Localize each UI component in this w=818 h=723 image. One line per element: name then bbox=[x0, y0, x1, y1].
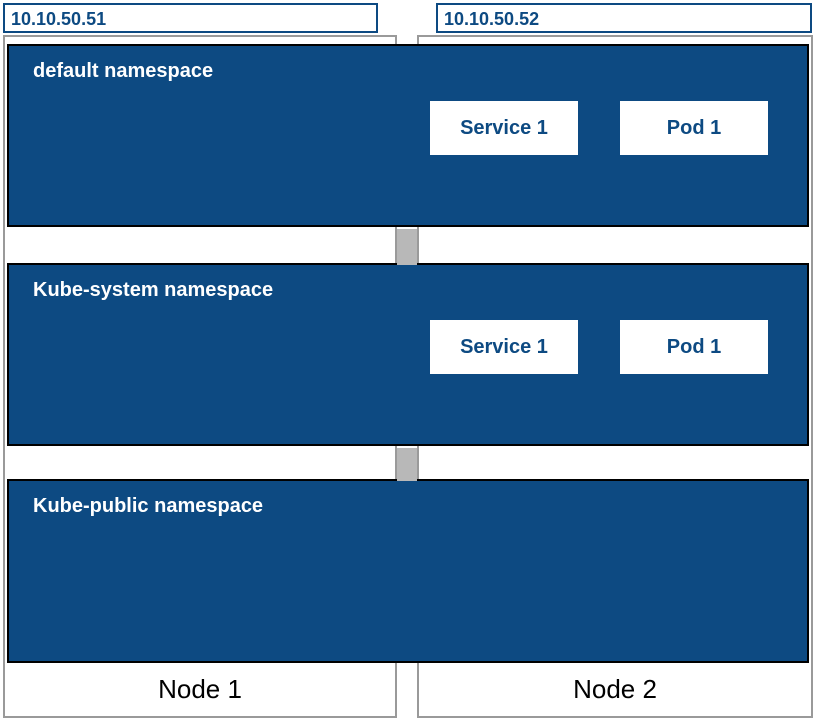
default-service-box: Service 1 bbox=[429, 100, 579, 156]
node1-ip-box: 10.10.50.51 bbox=[3, 3, 378, 33]
kube-system-pod-label: Pod 1 bbox=[667, 336, 721, 359]
namespace-kube-system: Kube-system namespace Service 1 Pod 1 bbox=[7, 263, 809, 446]
namespace-default: default namespace Service 1 Pod 1 bbox=[7, 44, 809, 227]
node2-ip: 10.10.50.52 bbox=[444, 9, 539, 29]
namespace-kube-public-title: Kube-public namespace bbox=[9, 481, 807, 518]
kube-system-service-box: Service 1 bbox=[429, 319, 579, 375]
default-service-label: Service 1 bbox=[460, 117, 548, 140]
column-gap bbox=[397, 229, 417, 265]
node2-ip-box: 10.10.50.52 bbox=[436, 3, 812, 33]
node1-label: Node 1 bbox=[5, 669, 395, 713]
node1-ip: 10.10.50.51 bbox=[11, 9, 106, 29]
namespace-default-title: default namespace bbox=[9, 46, 807, 83]
default-pod-label: Pod 1 bbox=[667, 117, 721, 140]
namespace-kube-public: Kube-public namespace bbox=[7, 479, 809, 663]
namespace-kube-system-title: Kube-system namespace bbox=[9, 265, 807, 302]
k8s-namespace-diagram: 10.10.50.51 10.10.50.52 Node 1 Node 2 de… bbox=[0, 0, 818, 723]
default-pod-box: Pod 1 bbox=[619, 100, 769, 156]
column-gap bbox=[397, 448, 417, 481]
kube-system-service-label: Service 1 bbox=[460, 336, 548, 359]
kube-system-pod-box: Pod 1 bbox=[619, 319, 769, 375]
node2-label: Node 2 bbox=[419, 669, 811, 713]
